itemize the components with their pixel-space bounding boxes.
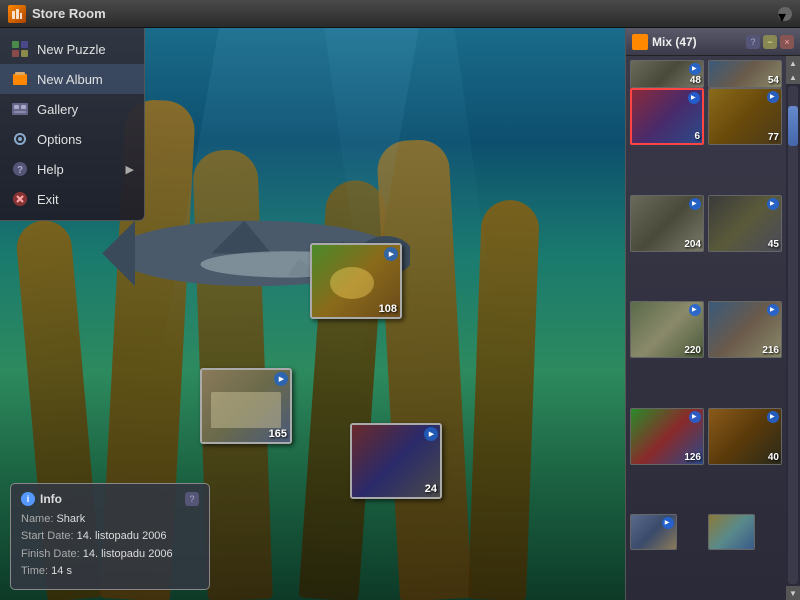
- play-button-flowers[interactable]: [384, 247, 398, 261]
- album-play-48[interactable]: [689, 63, 701, 75]
- options-icon: [10, 129, 30, 149]
- play-button-parthenon[interactable]: [274, 372, 288, 386]
- album-thumb-77[interactable]: 77: [708, 88, 782, 145]
- svg-text:?: ?: [17, 165, 23, 176]
- album-scroll: ▲ 48 54: [626, 56, 800, 600]
- album-icon: [10, 69, 30, 89]
- album-num-77: 77: [768, 132, 779, 143]
- info-help-button[interactable]: ?: [185, 492, 199, 506]
- gallery-icon: [10, 99, 30, 119]
- right-panel: Mix (47) ? − × ▲ 48: [625, 28, 800, 600]
- album-thumb-216[interactable]: 216: [708, 301, 782, 358]
- album-play-77[interactable]: [767, 91, 779, 103]
- scrollbar-track[interactable]: [788, 86, 798, 584]
- menu-item-gallery[interactable]: Gallery: [0, 94, 144, 124]
- play-button-bikes[interactable]: [424, 427, 438, 441]
- album-num-204: 204: [684, 239, 701, 250]
- help-icon: ?: [10, 159, 30, 179]
- album-num-45: 45: [768, 239, 779, 250]
- menu-item-help[interactable]: ? Help ▶: [0, 154, 144, 184]
- info-time-label: Time:: [21, 565, 48, 577]
- thumb-num-parthenon: 165: [269, 428, 287, 440]
- scrollbar-thumb[interactable]: [788, 106, 798, 146]
- album-play-45[interactable]: [767, 198, 779, 210]
- info-name-value: Shark: [56, 513, 85, 525]
- album-grid: 6 77 204: [626, 84, 786, 600]
- menu-item-new-album[interactable]: New Album: [0, 64, 144, 94]
- album-thumb-45[interactable]: 45: [708, 195, 782, 252]
- menu-panel: New Puzzle New Album: [0, 28, 145, 221]
- info-icon: i: [21, 492, 35, 506]
- info-time-value: 14 s: [51, 565, 72, 577]
- album-num-126: 126: [684, 452, 701, 463]
- album-thumb-rialto[interactable]: [708, 514, 755, 550]
- album-num-220: 220: [684, 345, 701, 356]
- album-thumb-54[interactable]: 54: [708, 60, 782, 88]
- album-thumb-48[interactable]: 48: [630, 60, 704, 88]
- menu-label-exit: Exit: [37, 192, 59, 207]
- info-title-label: Info: [40, 492, 62, 506]
- album-thumb-40[interactable]: 40: [708, 408, 782, 465]
- album-num-54: 54: [768, 75, 779, 86]
- app-title: Store Room: [32, 6, 778, 21]
- menu-label-options: Options: [37, 132, 82, 147]
- album-num-48: 48: [690, 75, 701, 86]
- album-thumb-venice[interactable]: [630, 514, 677, 550]
- album-play-6[interactable]: [688, 92, 700, 104]
- info-finish-value: 14. listopadu 2006: [83, 548, 173, 560]
- info-start-label: Start Date:: [21, 530, 74, 542]
- scrollbar-down[interactable]: ▼: [786, 586, 800, 600]
- album-num-40: 40: [768, 452, 779, 463]
- menu-label-new-album: New Album: [37, 72, 103, 87]
- album-min-btn[interactable]: −: [763, 35, 777, 49]
- album-play-204[interactable]: [689, 198, 701, 210]
- album-thumb-220[interactable]: 220: [630, 301, 704, 358]
- app-icon: [8, 5, 26, 23]
- album-num-216: 216: [762, 345, 779, 356]
- info-finish-label: Finish Date:: [21, 548, 80, 560]
- album-header: Mix (47) ? − ×: [626, 28, 800, 56]
- info-panel: i Info ? Name: Shark Start Date: 14. lis…: [10, 483, 210, 590]
- puzzle-thumb-flowers[interactable]: 108: [310, 243, 402, 319]
- menu-label-new-puzzle: New Puzzle: [37, 42, 106, 57]
- puzzle-icon: [10, 39, 30, 59]
- album-play-40[interactable]: [767, 411, 779, 423]
- album-close-btn[interactable]: ×: [780, 35, 794, 49]
- puzzle-thumb-parthenon[interactable]: 165: [200, 368, 292, 444]
- app-container: Store Room ▾: [0, 0, 800, 600]
- menu-label-gallery: Gallery: [37, 102, 78, 117]
- scrollbar-up[interactable]: ▲: [786, 70, 800, 84]
- thumb-num-bikes: 24: [425, 483, 437, 495]
- info-start-value: 14. listopadu 2006: [77, 530, 167, 542]
- scroll-up-arrow[interactable]: ▲: [786, 56, 800, 70]
- menu-item-options[interactable]: Options: [0, 124, 144, 154]
- album-top-partial: 48 54: [626, 56, 786, 84]
- help-arrow: ▶: [126, 163, 134, 176]
- album-thumb-204[interactable]: 204: [630, 195, 704, 252]
- main-area: New Puzzle New Album: [0, 28, 800, 600]
- album-scrollbar: ▲ ▼: [786, 56, 800, 600]
- exit-icon: [10, 189, 30, 209]
- menu-item-exit[interactable]: Exit: [0, 184, 144, 214]
- album-thumb-6[interactable]: 6: [630, 88, 704, 145]
- thumb-num-flowers: 108: [379, 303, 397, 315]
- info-name-label: Name:: [21, 513, 53, 525]
- menu-label-help: Help: [37, 162, 64, 177]
- album-controls: ? − ×: [746, 35, 794, 49]
- puzzle-thumb-bikes[interactable]: 24: [350, 423, 442, 499]
- album-num-6: 6: [694, 131, 700, 142]
- album-title: Mix (47): [652, 35, 742, 49]
- menu-item-new-puzzle[interactable]: New Puzzle: [0, 34, 144, 64]
- album-play-126[interactable]: [689, 411, 701, 423]
- window-drag[interactable]: ▾: [778, 7, 792, 21]
- album-thumb-126[interactable]: 126: [630, 408, 704, 465]
- title-bar: Store Room ▾: [0, 0, 800, 28]
- album-help-btn[interactable]: ?: [746, 35, 760, 49]
- album-folder-icon: [632, 34, 648, 50]
- canvas-area: New Puzzle New Album: [0, 28, 625, 600]
